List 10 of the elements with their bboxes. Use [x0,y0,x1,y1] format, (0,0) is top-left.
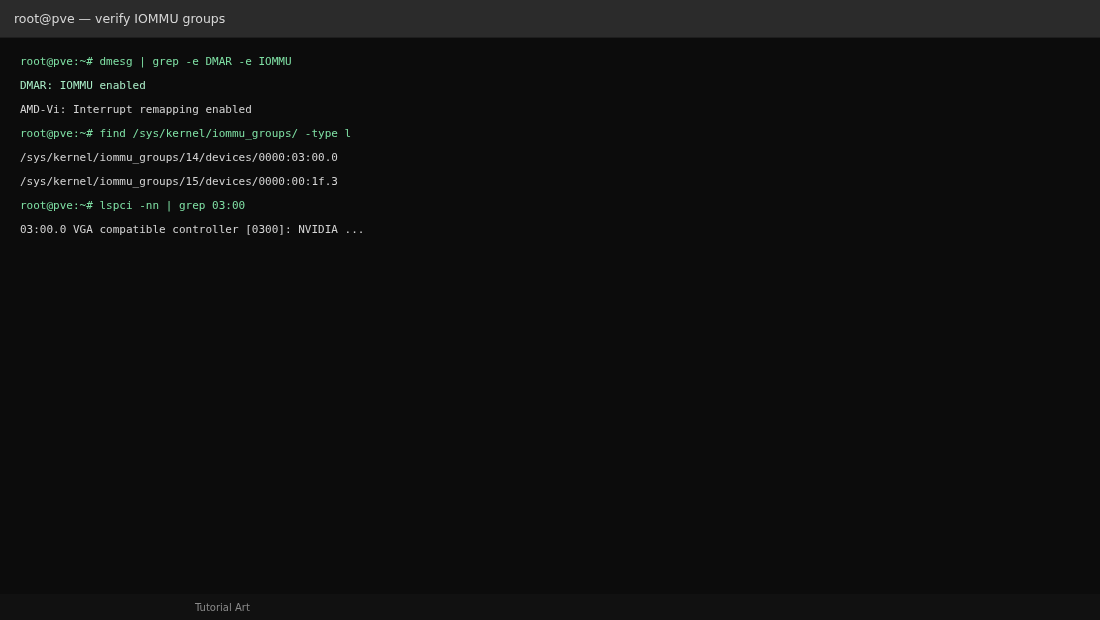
output-line: /sys/kernel/iommu_groups/15/devices/0000:00:1f.3 [20,174,339,190]
status-text: Tutorial Art [195,601,250,613]
output-line: AMD-Vi: Interrupt remapping enabled [20,102,253,118]
output-line: DMAR: IOMMU enabled [20,78,147,94]
command-line: root@pve:~# dmesg | grep -e DMAR -e IOMMU [20,54,293,70]
command-line: root@pve:~# find /sys/kernel/iommu_groups/ -type l [20,126,353,142]
command-line: root@pve:~# lspci -nn | grep 03:00 [20,198,247,214]
output-line: 03:00.0 VGA compatible controller [0300]: NVIDIA ... [20,222,366,238]
output-line: /sys/kernel/iommu_groups/14/devices/0000:03:00.0 [20,150,339,166]
window-title: root@pve — verify IOMMU groups [14,11,226,26]
